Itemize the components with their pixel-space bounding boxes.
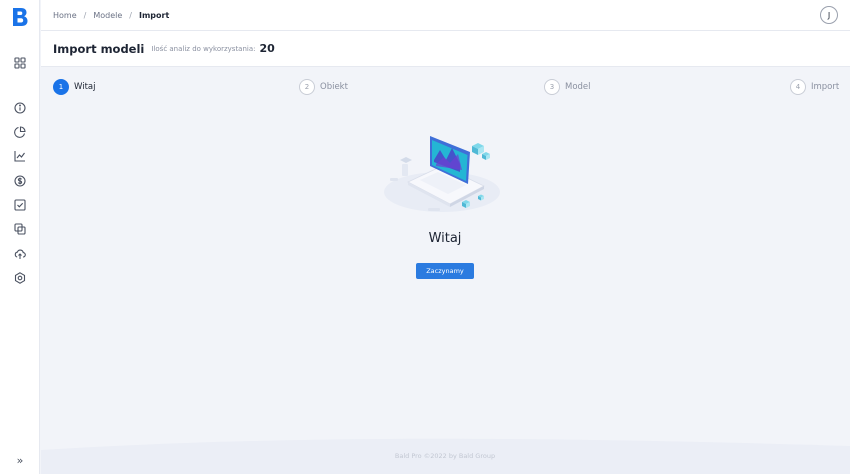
quota-label: Ilość analiz do wykorzystania:: [151, 44, 256, 53]
page-header: Import modeli Ilość analiz do wykorzysta…: [41, 31, 850, 67]
start-button[interactable]: Zaczynamy: [416, 263, 474, 279]
sidebar: »: [0, 0, 40, 474]
step-label: Model: [565, 82, 591, 92]
dollar-icon[interactable]: [13, 174, 27, 188]
breadcrumb-models[interactable]: Modele: [93, 11, 122, 20]
footer-copyright: Bald Pro ©2022 by Bald Group: [394, 452, 496, 460]
step-number: 4: [790, 79, 806, 95]
settings-icon[interactable]: [13, 271, 27, 285]
collapse-sidebar-icon[interactable]: »: [12, 454, 28, 468]
breadcrumb-separator: /: [83, 10, 87, 20]
line-chart-icon[interactable]: [13, 149, 27, 163]
breadcrumb-separator: /: [129, 10, 132, 20]
step-number: 3: [544, 79, 560, 95]
user-avatar[interactable]: J: [820, 6, 838, 24]
step-import[interactable]: 4 Import: [790, 79, 839, 95]
quota-value: 20: [259, 42, 275, 55]
breadcrumb-home[interactable]: Home: [53, 11, 77, 20]
logo[interactable]: [11, 7, 29, 27]
copy-icon[interactable]: [13, 222, 27, 236]
info-icon[interactable]: [13, 101, 27, 115]
page-title: Import modeli: [53, 41, 145, 56]
step-welcome[interactable]: 1 Witaj: [53, 79, 95, 95]
cloud-upload-icon[interactable]: [13, 247, 27, 261]
step-label: Witaj: [74, 82, 96, 92]
step-number: 2: [299, 79, 315, 95]
wizard-stepper: 1 Witaj 2 Obiekt 3 Model 4 Import: [41, 79, 850, 97]
welcome-title: Witaj: [428, 231, 462, 246]
step-object[interactable]: 2 Obiekt: [299, 79, 348, 95]
step-model[interactable]: 3 Model: [544, 79, 591, 95]
topbar: Home / Modele / Import J: [41, 0, 850, 31]
step-number: 1: [53, 79, 69, 95]
grid-icon[interactable]: [13, 56, 27, 70]
checkbox-icon[interactable]: [13, 198, 27, 212]
breadcrumb: Home / Modele / Import: [53, 11, 169, 20]
breadcrumb-current: Import: [138, 10, 170, 20]
step-label: Import: [811, 82, 840, 92]
pie-chart-icon[interactable]: [13, 125, 27, 139]
laptop-illustration: [384, 136, 500, 212]
step-label: Obiekt: [320, 82, 348, 92]
